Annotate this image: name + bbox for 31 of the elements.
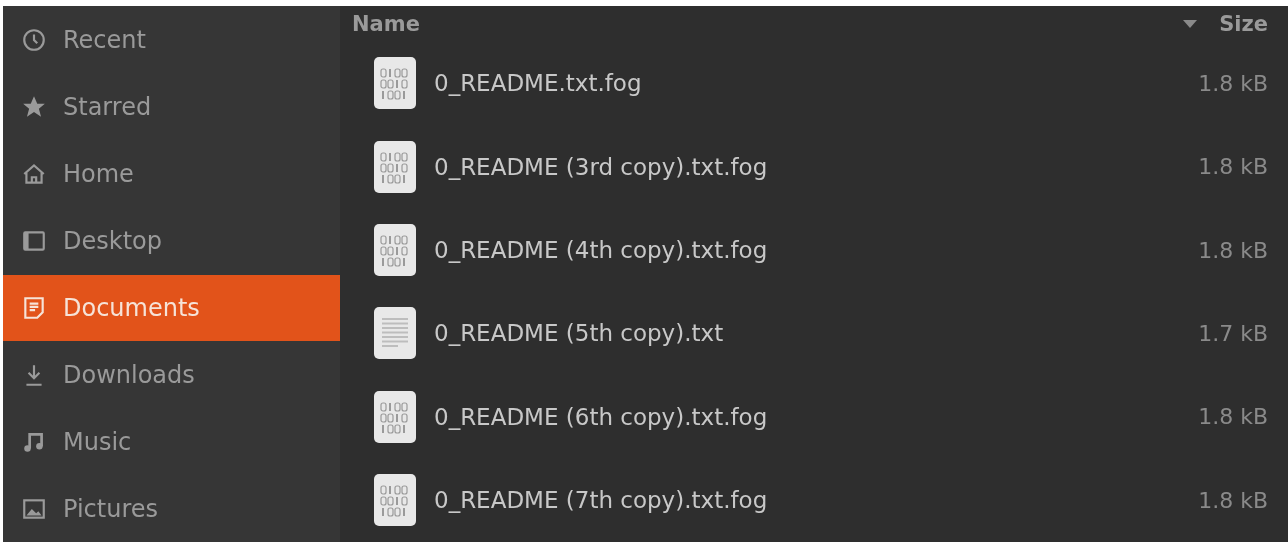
- text-file-icon: [373, 306, 417, 361]
- sidebar-item[interactable]: Recent: [3, 7, 340, 74]
- binary-file-icon: [373, 389, 417, 444]
- column-header[interactable]: Name: [352, 11, 420, 36]
- sidebar-item[interactable]: Pictures: [3, 475, 340, 542]
- binary-file-icon: [373, 223, 417, 278]
- file-name: 0_README (5th copy).txt: [434, 320, 725, 347]
- file-size: 1.8 kB: [1198, 404, 1268, 430]
- binary-file-icon: [373, 473, 417, 528]
- file-size: 1.8 kB: [1198, 70, 1268, 96]
- file-size: 1.8 kB: [1198, 154, 1268, 180]
- file-name: 0_README (4th copy).txt.fog: [434, 237, 769, 264]
- clock-icon: [21, 27, 47, 54]
- file-name: 0_README (3rd copy).txt.fog: [434, 153, 769, 180]
- sidebar-item[interactable]: Documents: [3, 274, 340, 342]
- column-header[interactable]: Size: [1219, 11, 1268, 36]
- file-name: 0_README.txt.fog: [434, 70, 643, 97]
- sidebar-item[interactable]: Music: [3, 408, 340, 476]
- binary-file-icon: [373, 56, 417, 111]
- file-size: 1.8 kB: [1198, 487, 1268, 513]
- document-icon: [21, 294, 47, 321]
- file-name: 0_README (6th copy).txt.fog: [434, 403, 769, 430]
- file-size: 1.8 kB: [1198, 237, 1268, 263]
- sort-arrow-icon[interactable]: [1183, 19, 1198, 28]
- sidebar-item[interactable]: Desktop: [3, 207, 340, 275]
- file-name: 0_README (7th copy).txt.fog: [434, 487, 769, 514]
- binary-file-icon: [373, 139, 417, 194]
- sidebar-item[interactable]: Starred: [3, 73, 340, 141]
- file-size: 1.7 kB: [1198, 320, 1268, 346]
- sidebar-item[interactable]: Home: [3, 140, 340, 208]
- sidebar-item[interactable]: Downloads: [3, 341, 340, 409]
